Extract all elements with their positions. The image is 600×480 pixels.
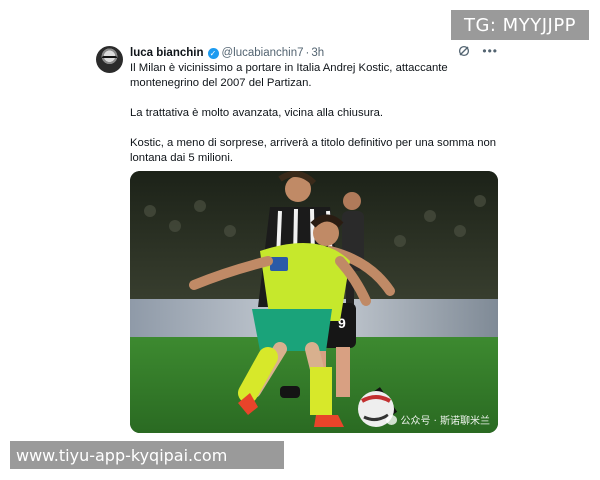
verified-badge-icon: ✓ <box>207 47 219 59</box>
meta-separator: · <box>305 47 310 59</box>
avatar[interactable] <box>96 46 123 73</box>
wechat-icon <box>386 414 398 425</box>
photo-watermark: 公众号 · 斯诺聊米兰 <box>386 412 490 427</box>
tweet-time[interactable]: 3h <box>311 47 324 59</box>
tweet-text: Il Milan è vicinissimo a portare in Ital… <box>130 61 502 166</box>
more-options-icon[interactable]: ••• <box>482 45 498 57</box>
tweet-photo[interactable]: 9 公众号 · 斯诺聊米兰 <box>130 171 498 433</box>
tweet-paragraph: Kostic, a meno di sorprese, arriverà a t… <box>130 137 497 164</box>
site-url-banner: www.tiyu-app-kyqipai.com <box>10 441 284 469</box>
author-handle[interactable]: @lucabianchin7 <box>222 47 304 59</box>
watermark-text: 公众号 · 斯诺聊米兰 <box>400 416 490 427</box>
tweet-paragraph: Il Milan è vicinissimo a portare in Ital… <box>130 62 448 89</box>
telegram-tag-badge: TG: MYYJJPP <box>451 10 589 40</box>
football-scene-image: 9 <box>130 171 498 433</box>
author-name[interactable]: luca bianchin <box>130 47 204 59</box>
grok-icon[interactable] <box>458 45 470 57</box>
tweet-header: luca bianchin ✓ @lucabianchin7 · 3h ••• <box>130 45 506 61</box>
tweet-paragraph: La trattativa è molto avanzata, vicina a… <box>130 107 384 119</box>
